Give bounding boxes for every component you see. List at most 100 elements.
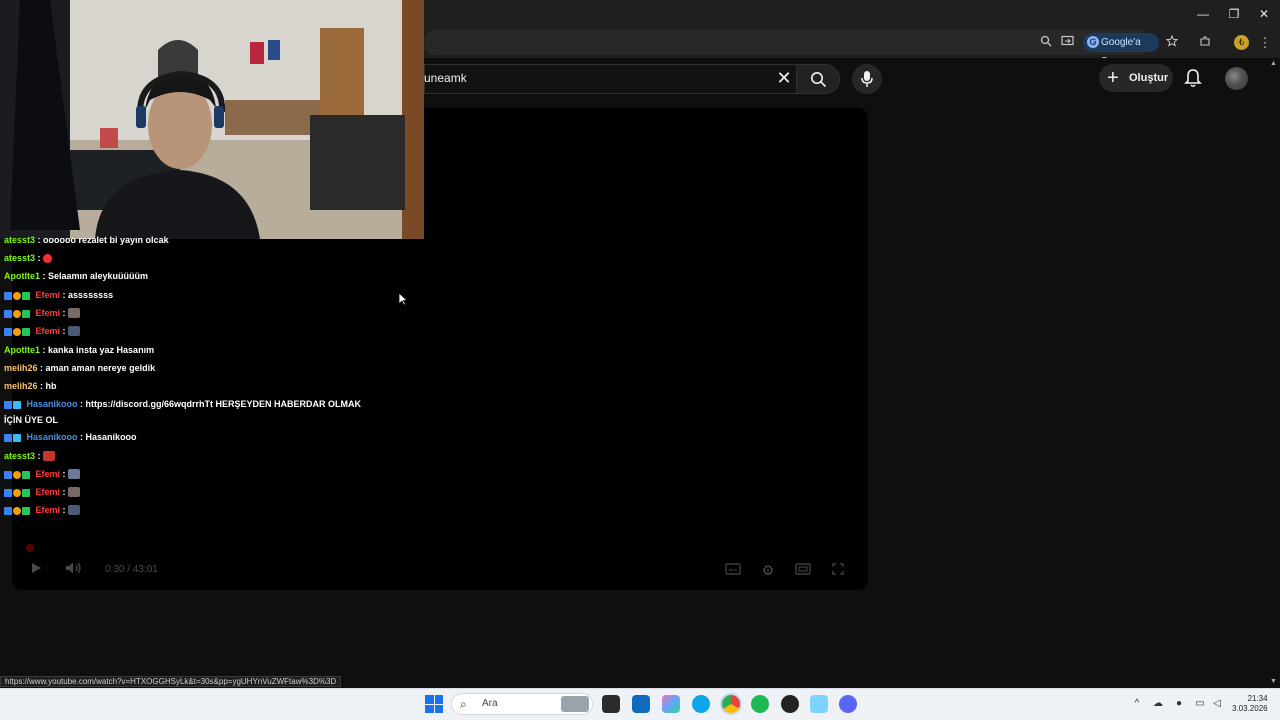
screen: — ❐ ✕ G Google'a Sor ₺ ⋮ uneamk ✕ + Oluş… (0, 0, 1280, 720)
browser-profile-icon[interactable]: ₺ (1234, 35, 1249, 50)
chat-badges (4, 327, 31, 339)
chat-emote-icon (68, 487, 81, 497)
address-bar[interactable] (424, 30, 1144, 55)
bookmark-star-icon[interactable] (1163, 34, 1181, 52)
microphone-tray-icon[interactable]: ● (1172, 697, 1186, 711)
chat-username: atesst3 (4, 235, 36, 245)
chat-username: Efemi (35, 290, 61, 300)
chat-text: : (62, 469, 66, 479)
chat-message: Hasanikooo : Hasanikooo (4, 431, 137, 445)
chat-text: : (37, 253, 41, 263)
mouse-cursor-icon (398, 292, 408, 306)
chat-emote-icon (68, 326, 81, 336)
search-icon: ⌕ (460, 697, 467, 711)
search-button[interactable] (796, 64, 840, 94)
chat-emote-icon (68, 469, 81, 479)
obs-icon[interactable] (781, 695, 799, 713)
tray-overflow-icon[interactable]: ^ (1130, 697, 1144, 711)
chrome-icon[interactable] (722, 695, 740, 713)
chat-username: Efemi (35, 308, 61, 318)
chat-message: Efemi : (4, 325, 81, 339)
play-icon[interactable] (26, 560, 46, 580)
google-ask-button[interactable]: G Google'a Sor (1083, 33, 1159, 67)
task-view-icon[interactable] (602, 695, 620, 713)
link-status-url: https://www.youtube.com/watch?v=HTXOGGHS… (0, 676, 342, 687)
restore-button[interactable]: ❐ (1219, 4, 1249, 24)
chat-text: : Hasanikooo (80, 432, 137, 442)
close-window-button[interactable]: ✕ (1249, 4, 1279, 24)
chat-badges (4, 506, 31, 518)
zoom-icon[interactable] (1037, 34, 1055, 52)
browser-menu-icon[interactable]: ⋮ (1256, 34, 1274, 52)
chat-username: Efemi (35, 469, 61, 479)
chat-message: Efemi : (4, 504, 81, 518)
volume-icon[interactable] (64, 560, 84, 580)
volume-tray-icon[interactable]: ◁ (1210, 697, 1224, 711)
cast-icon[interactable] (1058, 34, 1076, 52)
app-icon[interactable] (810, 695, 828, 713)
spotify-icon[interactable] (751, 695, 769, 713)
chat-message: atesst3 : (4, 450, 56, 462)
chat-message: Apotlte1 : kanka insta yaz Hasanım (4, 344, 154, 356)
search-query: uneamk (424, 71, 467, 85)
chat-username: atesst3 (4, 253, 36, 263)
webcam-overlay (0, 0, 424, 239)
settings-gear-icon[interactable]: ⚙ (758, 560, 778, 580)
onedrive-icon[interactable]: ☁ (1151, 697, 1165, 711)
chat-message: melih26 : hb (4, 380, 57, 392)
edge-icon[interactable] (692, 695, 710, 713)
chat-text: : assssssss (62, 290, 114, 300)
chat-username: atesst3 (4, 451, 36, 461)
chat-badges (4, 291, 31, 303)
search-icon (811, 72, 827, 88)
taskbar-clock[interactable]: 21:34 3.03.2026 (1232, 694, 1268, 714)
chat-badges (4, 309, 31, 321)
subtitles-icon[interactable] (723, 560, 743, 580)
chat-username: Efemi (35, 505, 61, 515)
voice-search-button[interactable] (852, 64, 882, 94)
search-highlight-image (561, 696, 589, 712)
chat-message: Apotlte1 : Selaamın aleykuüüüüm (4, 270, 148, 282)
clock-date: 3.03.2026 (1232, 704, 1268, 713)
chat-text: : (62, 308, 66, 318)
clear-search-icon[interactable]: ✕ (775, 68, 793, 88)
chat-text: : (62, 505, 66, 515)
create-label: Oluştur (1129, 72, 1169, 84)
windows-start-icon[interactable] (425, 695, 443, 713)
scroll-up-arrow[interactable]: ▲ (1270, 60, 1277, 67)
chat-emote-icon (68, 505, 81, 515)
chat-username: Efemi (35, 326, 61, 336)
chat-text: : (62, 487, 66, 497)
chat-emote-icon (43, 451, 56, 461)
fullscreen-icon[interactable] (828, 560, 848, 580)
scroll-down-arrow[interactable]: ▼ (1270, 678, 1277, 685)
chat-message: Efemi : (4, 468, 81, 482)
video-time: 0:30 / 43:01 (105, 564, 158, 575)
theater-mode-icon[interactable] (793, 560, 813, 580)
chat-text: : oooooo rezalet bi yayın olcak (37, 235, 169, 245)
copilot-icon[interactable] (662, 695, 680, 713)
progress-scrubber[interactable] (26, 544, 34, 552)
network-icon[interactable]: ▭ (1193, 697, 1207, 711)
account-avatar[interactable] (1225, 67, 1248, 90)
chat-text: : https://discord.gg/66wqdrrhTt HERŞEYDE… (80, 399, 362, 409)
discord-icon[interactable] (839, 695, 857, 713)
chat-message: atesst3 : oooooo rezalet bi yayın olcak (4, 234, 169, 246)
create-button[interactable]: + Oluştur (1099, 64, 1173, 92)
chat-badges (4, 433, 22, 445)
search-input[interactable] (424, 64, 796, 94)
chat-username: Apotlte1 (4, 271, 40, 281)
chat-text: : hb (40, 381, 57, 391)
extensions-icon[interactable] (1196, 34, 1214, 52)
chat-username: Efemi (35, 487, 61, 497)
chat-emote-icon (43, 254, 53, 263)
chat-username: melih26 (4, 363, 38, 373)
notifications-bell-icon[interactable] (1182, 67, 1204, 89)
chat-username: Hasanikooo (26, 399, 78, 409)
minimize-button[interactable]: — (1188, 4, 1218, 24)
outlook-icon[interactable] (632, 695, 650, 713)
chat-text: : Selaamın aleykuüüüüm (42, 271, 149, 281)
chat-text: : (62, 326, 66, 336)
chat-message: Hasanikooo : https://discord.gg/66wqdrrh… (4, 398, 361, 412)
taskbar-search-input[interactable]: ⌕ Ara (451, 693, 593, 715)
